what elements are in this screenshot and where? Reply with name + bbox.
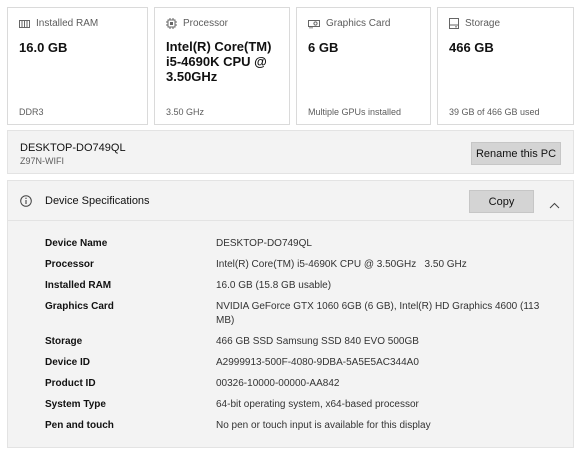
- spec-row-pen-and-touch: Pen and touch No pen or touch input is a…: [8, 419, 573, 440]
- specifications-header[interactable]: Device Specifications Copy: [8, 181, 573, 221]
- info-icon: [20, 194, 32, 212]
- ram-icon: [19, 19, 30, 29]
- spec-key: Storage: [45, 336, 83, 347]
- card-storage: Storage 466 GB 39 GB of 466 GB used: [437, 7, 574, 125]
- spec-key: Pen and touch: [45, 420, 114, 431]
- device-specifications-section: Device Specifications Copy Device Name D…: [7, 180, 574, 448]
- card-label: Installed RAM: [36, 18, 99, 29]
- spec-value: 16.0 GB (15.8 GB usable): [216, 280, 332, 291]
- spec-key: Device Name: [45, 238, 108, 249]
- device-name-bar: DESKTOP-DO749QL Z97N-WIFI Rename this PC: [7, 130, 574, 174]
- card-sub: DDR3: [19, 107, 44, 117]
- card-installed-ram: Installed RAM 16.0 GB DDR3: [7, 7, 148, 125]
- spec-value: No pen or touch input is available for t…: [216, 420, 431, 431]
- spec-key: Device ID: [45, 357, 91, 368]
- summary-cards: Installed RAM 16.0 GB DDR3 Processor Int…: [0, 0, 581, 125]
- card-value: 6 GB: [308, 40, 339, 55]
- spec-key: Product ID: [45, 378, 96, 389]
- spec-key: Installed RAM: [45, 280, 112, 291]
- card-value: 16.0 GB: [19, 40, 68, 55]
- spec-key: System Type: [45, 399, 106, 410]
- device-model: Z97N-WIFI: [20, 156, 64, 166]
- spec-row-device-id: Device ID A2999913-500F-4080-9DBA-5A5E5A…: [8, 356, 573, 377]
- spec-value: 00326-10000-00000-AA842: [216, 378, 340, 389]
- card-label: Processor: [183, 18, 229, 29]
- section-title: Device Specifications: [45, 195, 150, 207]
- card-graphics-card: Graphics Card 6 GB Multiple GPUs install…: [296, 7, 431, 125]
- card-value: 466 GB: [449, 40, 494, 55]
- spec-row-device-name: Device Name DESKTOP-DO749QL: [8, 237, 573, 258]
- storage-icon: [449, 18, 459, 29]
- spec-row-system-type: System Type 64-bit operating system, x64…: [8, 398, 573, 419]
- spec-list: Device Name DESKTOP-DO749QL Processor In…: [8, 237, 573, 440]
- spec-value: 64-bit operating system, x64-based proce…: [216, 399, 419, 410]
- chevron-up-icon[interactable]: [549, 196, 560, 214]
- card-sub: 3.50 GHz: [166, 107, 205, 117]
- card-label: Storage: [465, 18, 501, 29]
- spec-row-graphics-card: Graphics Card NVIDIA GeForce GTX 1060 6G…: [8, 300, 573, 335]
- spec-row-product-id: Product ID 00326-10000-00000-AA842: [8, 377, 573, 398]
- card-sub: 39 GB of 466 GB used: [449, 107, 540, 117]
- rename-pc-button[interactable]: Rename this PC: [471, 142, 561, 165]
- spec-row-processor: Processor Intel(R) Core(TM) i5-4690K CPU…: [8, 258, 573, 279]
- copy-button[interactable]: Copy: [469, 190, 534, 213]
- card-sub: Multiple GPUs installed: [308, 107, 402, 117]
- spec-value: 466 GB SSD Samsung SSD 840 EVO 500GB: [216, 336, 419, 347]
- spec-value: NVIDIA GeForce GTX 1060 6GB (6 GB), Inte…: [216, 301, 540, 326]
- spec-key: Processor: [45, 259, 94, 270]
- device-name: DESKTOP-DO749QL: [20, 142, 126, 154]
- spec-value: A2999913-500F-4080-9DBA-5A5E5AC344A0: [216, 357, 419, 368]
- card-processor: Processor Intel(R) Core(TM) i5-4690K CPU…: [154, 7, 290, 125]
- card-label: Graphics Card: [326, 18, 391, 29]
- processor-icon: [166, 18, 177, 29]
- spec-value: DESKTOP-DO749QL: [216, 238, 312, 249]
- spec-row-storage: Storage 466 GB SSD Samsung SSD 840 EVO 5…: [8, 335, 573, 356]
- card-value: Intel(R) Core(TM) i5-4690K CPU @ 3.50GHz: [166, 39, 272, 84]
- spec-key: Graphics Card: [45, 301, 114, 312]
- spec-value: Intel(R) Core(TM) i5-4690K CPU @ 3.50GHz…: [216, 259, 467, 270]
- graphics-card-icon: [308, 19, 320, 29]
- spec-row-installed-ram: Installed RAM 16.0 GB (15.8 GB usable): [8, 279, 573, 300]
